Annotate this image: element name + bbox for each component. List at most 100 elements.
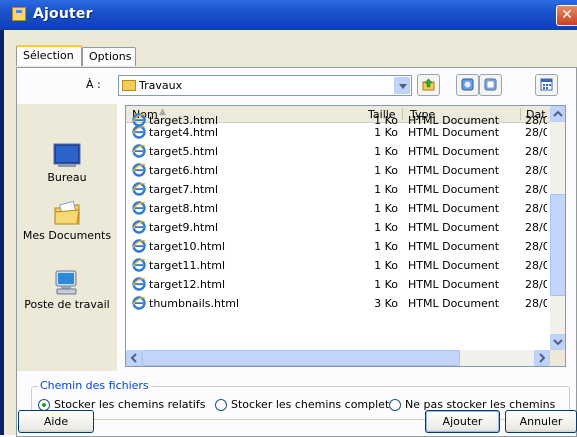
folder-icon [122, 80, 136, 91]
file-name: target8.html [149, 202, 218, 215]
file-size: 1 Ko [374, 259, 398, 272]
ie-html-icon [132, 201, 146, 215]
chevron-right-icon [539, 353, 546, 363]
help-button[interactable]: Aide [18, 410, 94, 433]
file-type: HTML Document [408, 164, 500, 177]
ie-html-icon [132, 144, 146, 158]
file-date: 28/0 [525, 145, 547, 158]
file-name: target5.html [149, 145, 218, 158]
window-title: Ajouter [33, 6, 93, 22]
file-row[interactable]: target10.html 1 Ko HTML Document 28/0 [126, 237, 550, 256]
tab-options[interactable]: Options [82, 47, 136, 66]
file-row[interactable]: target6.html 1 Ko HTML Document 28/0 [126, 161, 550, 180]
chevron-left-icon [130, 353, 137, 363]
file-row[interactable]: target8.html 1 Ko HTML Document 28/0 [126, 199, 550, 218]
file-row[interactable]: target11.html 1 Ko HTML Document 28/0 [126, 256, 550, 275]
file-row[interactable]: target5.html 1 Ko HTML Document 28/0 [126, 142, 550, 161]
view-menu-icon [540, 78, 553, 91]
desktop-button[interactable] [479, 74, 502, 96]
new-folder-icon [461, 78, 474, 91]
file-name: target10.html [149, 240, 225, 253]
up-folder-button[interactable] [417, 74, 440, 96]
scroll-down-button[interactable] [550, 334, 565, 350]
chevron-up-icon [553, 110, 563, 117]
tab-selection[interactable]: Sélection [16, 45, 82, 66]
ie-html-icon [132, 277, 146, 291]
look-in-dropdown[interactable]: Travaux [118, 75, 412, 96]
close-button[interactable]: ✕ [556, 5, 577, 26]
vertical-scrollbar[interactable] [550, 106, 565, 350]
view-menu-button[interactable] [535, 74, 558, 96]
look-in-value: Travaux [139, 79, 183, 92]
file-size: 1 Ko [374, 278, 398, 291]
file-date: 28/0 [525, 259, 547, 272]
documents-folder-icon [52, 199, 82, 229]
place-poste-de-travail[interactable]: Poste de travail [17, 268, 117, 311]
ie-html-icon [132, 220, 146, 234]
file-size: 1 Ko [374, 202, 398, 215]
horizontal-scrollbar[interactable] [126, 350, 550, 366]
place-mes-documents[interactable]: Mes Documents [17, 199, 117, 242]
file-row[interactable]: target12.html 1 Ko HTML Document 28/0 [126, 275, 550, 294]
desktop-icon [52, 141, 82, 171]
desktop-icon [484, 78, 497, 91]
file-name: target6.html [149, 164, 218, 177]
scroll-left-button[interactable] [126, 350, 142, 366]
file-row[interactable]: target4.html 1 Ko HTML Document 28/0 [126, 123, 550, 142]
file-size: 1 Ko [374, 145, 398, 158]
file-date: 28/0 [525, 164, 547, 177]
chevron-down-icon[interactable] [394, 77, 410, 94]
file-size: 1 Ko [374, 126, 398, 139]
places-bar: Bureau Mes Documents Poste de travail [17, 104, 117, 371]
file-date: 28/0 [525, 240, 547, 253]
file-type: HTML Document [408, 297, 500, 310]
radio-label: Stocker les chemins complets [231, 398, 395, 411]
file-size: 1 Ko [374, 221, 398, 234]
file-date: 28/0 [525, 183, 547, 196]
file-type: HTML Document [408, 126, 500, 139]
place-label: Mes Documents [22, 229, 112, 242]
ie-html-icon [132, 258, 146, 272]
file-row[interactable]: target9.html 1 Ko HTML Document 28/0 [126, 218, 550, 237]
file-type: HTML Document [408, 240, 500, 253]
file-row[interactable]: thumbnails.html 3 Ko HTML Document 28/0 [126, 294, 550, 313]
file-type: HTML Document [408, 278, 500, 291]
file-name: target9.html [149, 221, 218, 234]
file-date: 28/0 [525, 278, 547, 291]
ie-html-icon [132, 163, 146, 177]
file-size: 1 Ko [374, 183, 398, 196]
file-size: 3 Ko [374, 297, 398, 310]
ie-html-icon [132, 182, 146, 196]
file-name: target4.html [149, 126, 218, 139]
file-size: 1 Ko [374, 240, 398, 253]
dialog-body: Sélection Options À : Travaux Bureau Mes… [4, 30, 577, 437]
ie-html-icon [132, 296, 146, 310]
file-list[interactable]: Nom ▲ Taille Type Dat target3.html 1 Ko HT… [125, 105, 566, 367]
radio-circle[interactable] [389, 399, 401, 411]
file-name: target11.html [149, 259, 225, 272]
file-type: HTML Document [408, 259, 500, 272]
window-icon [12, 7, 26, 21]
scroll-thumb[interactable] [550, 194, 565, 296]
file-name: thumbnails.html [149, 297, 240, 310]
new-folder-button[interactable] [456, 74, 479, 96]
file-date: 28/0 [525, 126, 547, 139]
scroll-right-button[interactable] [534, 350, 550, 366]
scroll-thumb[interactable] [142, 350, 460, 366]
file-row[interactable]: target7.html 1 Ko HTML Document 28/0 [126, 180, 550, 199]
file-type: HTML Document [408, 221, 500, 234]
up-folder-icon [422, 78, 435, 91]
file-date: 28/0 [525, 297, 547, 310]
cancel-button[interactable]: Annuler [505, 410, 577, 433]
file-name: target12.html [149, 278, 225, 291]
file-type: HTML Document [408, 183, 500, 196]
place-label: Poste de travail [24, 298, 110, 311]
scroll-corner [550, 350, 565, 366]
scroll-up-button[interactable] [550, 106, 565, 122]
place-bureau[interactable]: Bureau [17, 141, 117, 184]
add-button[interactable]: Ajouter [425, 410, 500, 433]
place-label: Bureau [47, 171, 87, 184]
radio-circle[interactable] [215, 399, 227, 411]
title-bar[interactable]: Ajouter ✕ [0, 0, 577, 30]
computer-icon [52, 268, 82, 298]
